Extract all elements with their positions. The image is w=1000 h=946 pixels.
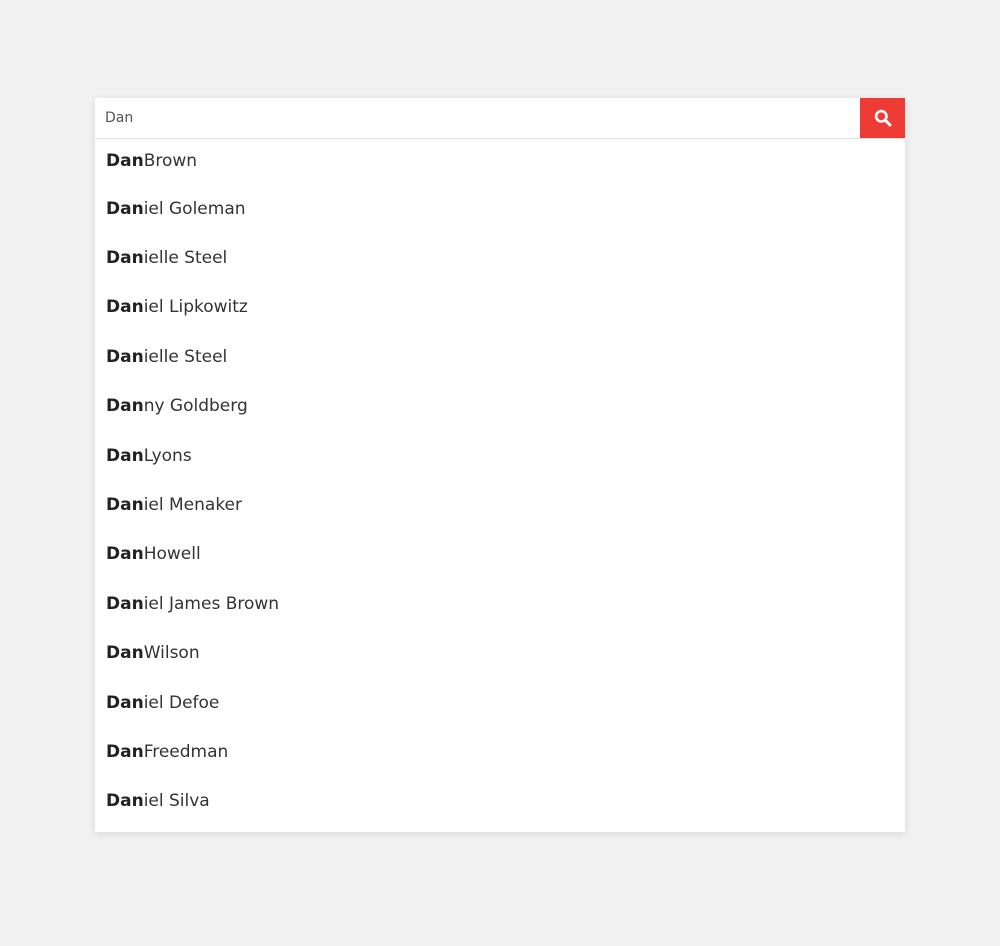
- suggestion-item[interactable]: Dan Brown: [95, 137, 905, 184]
- suggestion-rest: Wilson: [143, 643, 200, 664]
- suggestion-item[interactable]: Dan Howell: [95, 530, 905, 579]
- suggestion-match: Dan: [106, 396, 144, 417]
- search-input[interactable]: [95, 98, 860, 138]
- suggestion-match: Dan: [106, 495, 144, 516]
- suggestion-match: Dan: [106, 248, 144, 269]
- suggestion-item[interactable]: Dan iel Goleman: [95, 184, 905, 233]
- suggestion-match: Dan: [106, 346, 144, 367]
- suggestion-rest: iel Silva: [143, 791, 210, 812]
- suggestion-rest: iel Defoe: [143, 692, 220, 713]
- suggestion-match: Dan: [106, 445, 144, 466]
- suggestion-rest: ielle Steel: [143, 248, 228, 269]
- suggestion-match: Dan: [106, 643, 144, 664]
- search-icon: [874, 109, 892, 127]
- suggestion-rest: iel Menaker: [143, 495, 243, 516]
- suggestion-rest: ielle Steel: [143, 346, 228, 367]
- suggestion-list: Dan Brown Dan iel Goleman Dan ielle Steel …: [95, 137, 905, 832]
- search-widget: Dan Brown Daniel Goleman Danielle Steel …: [95, 98, 905, 833]
- suggestion-rest: iel Lipkowitz: [143, 297, 248, 318]
- suggestion-item[interactable]: Dan Wilson: [95, 629, 905, 678]
- suggestion-item[interactable]: Dan iel James Brown: [95, 579, 905, 628]
- search-bar: [95, 98, 905, 139]
- suggestion-match: Dan: [106, 297, 144, 318]
- suggestion-rest: Howell: [143, 544, 201, 565]
- suggestion-match: Dan: [106, 741, 144, 762]
- suggestion-match: Dan: [106, 150, 144, 171]
- suggestion-rest: Freedman: [143, 741, 229, 762]
- suggestion-item[interactable]: Dan ny Goldberg: [95, 382, 905, 431]
- suggestion-item[interactable]: Dan ielle Steel: [95, 233, 905, 282]
- suggestion-item[interactable]: Dan iel Defoe: [95, 678, 905, 727]
- suggestion-item[interactable]: Dan iel Menaker: [95, 480, 905, 529]
- suggestion-rest: iel James Brown: [143, 593, 280, 614]
- suggestion-match: Dan: [106, 791, 144, 812]
- suggestion-match: Dan: [106, 544, 144, 565]
- search-button[interactable]: [860, 98, 905, 138]
- suggestion-item[interactable]: Dan iel Lipkowitz: [95, 283, 905, 332]
- suggestion-rest: Lyons: [143, 445, 192, 466]
- suggestion-match: Dan: [106, 692, 144, 713]
- suggestion-item[interactable]: Dan iel Silva: [95, 777, 905, 826]
- suggestion-item[interactable]: Dan Freedman: [95, 727, 905, 776]
- suggestion-rest: ny Goldberg: [143, 396, 248, 417]
- suggestion-match: Dan: [106, 198, 144, 219]
- suggestion-item[interactable]: Dan ielle Steel: [95, 332, 905, 381]
- suggestion-match: Dan: [106, 593, 144, 614]
- suggestion-item[interactable]: Dan Lyons: [95, 431, 905, 480]
- suggestion-rest: iel Goleman: [143, 198, 246, 219]
- suggestion-rest: Brown: [143, 150, 198, 171]
